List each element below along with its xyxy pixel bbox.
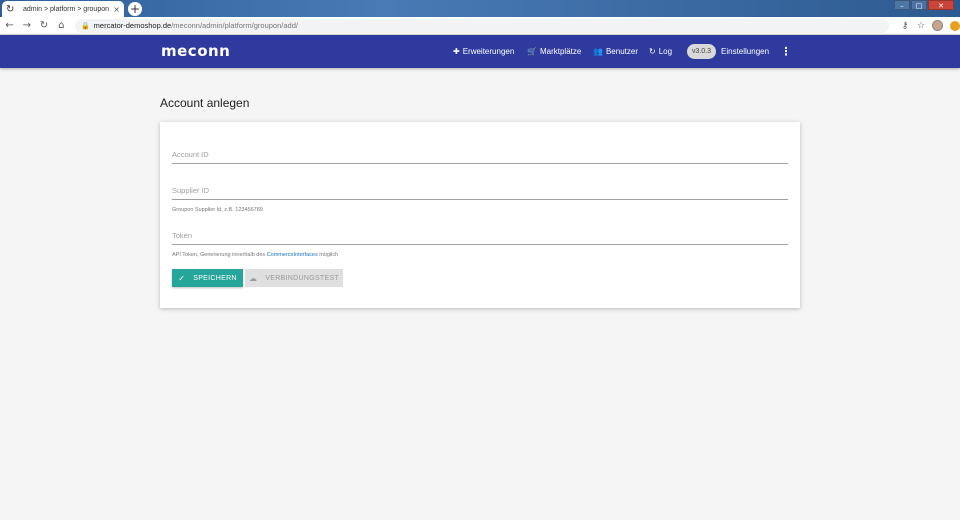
forward-icon[interactable]: → xyxy=(19,20,34,31)
new-tab-button[interactable]: + xyxy=(128,2,142,16)
supplier-id-label: Supplier ID xyxy=(172,186,210,195)
toolbar-right: ⚷ ☆ xyxy=(897,20,960,31)
nav-erweiterungen[interactable]: ✚ Erweiterungen xyxy=(453,35,514,68)
nav-benutzer[interactable]: 👥 Benutzer xyxy=(593,35,638,68)
version-badge: v3.0.3 xyxy=(687,44,716,59)
app-logo[interactable]: meconn xyxy=(161,42,230,60)
address-bar: ← → ↻ ⌂ 🔒 mercator-demoshop.de/meconn/ad… xyxy=(0,17,960,35)
close-window-button[interactable]: ✕ xyxy=(928,0,954,10)
extension-icon[interactable] xyxy=(950,20,960,31)
url-host: mercator-demoshop.de xyxy=(93,21,172,30)
tab-close-icon[interactable]: × xyxy=(113,5,120,14)
key-icon[interactable]: ⚷ xyxy=(897,21,913,31)
back-icon[interactable]: ← xyxy=(2,20,17,31)
nav-label: Erweiterungen xyxy=(462,47,515,56)
url-input[interactable]: 🔒 mercator-demoshop.de/meconn/admin/plat… xyxy=(74,18,890,33)
reload-icon[interactable]: ↻ xyxy=(36,20,51,31)
favicon-icon: ↻ xyxy=(6,3,15,15)
save-button[interactable]: ✓ SPEICHERN xyxy=(172,269,243,287)
nav-label: Marktplätze xyxy=(539,47,582,56)
connection-test-label: VERBINDUNGSTEST xyxy=(265,274,340,282)
more-menu-icon[interactable]: ⋮ xyxy=(781,35,792,68)
refresh-icon: ↻ xyxy=(649,47,656,56)
cloud-icon: ☁ xyxy=(248,273,258,283)
supplier-id-field[interactable]: Supplier ID xyxy=(172,186,788,200)
maximize-button[interactable]: □ xyxy=(911,0,927,10)
cart-icon: 🛒 xyxy=(527,47,537,56)
page-title: Account anlegen xyxy=(160,96,250,110)
account-id-label: Account ID xyxy=(172,150,209,159)
token-hint: API Token, Generierung innerhalb des Com… xyxy=(172,252,338,258)
puzzle-icon: ✚ xyxy=(453,47,460,56)
token-field[interactable]: Token xyxy=(172,231,788,245)
minimize-button[interactable]: – xyxy=(894,0,910,10)
browser-tab[interactable]: ↻ admin > platform > groupon × xyxy=(2,1,124,17)
tab-title: admin > platform > groupon xyxy=(23,5,109,13)
users-icon: 👥 xyxy=(593,47,603,56)
profile-avatar[interactable] xyxy=(932,20,944,31)
check-icon: ✓ xyxy=(178,273,186,283)
bookmark-star-icon[interactable]: ☆ xyxy=(913,21,929,31)
account-id-field[interactable]: Account ID xyxy=(172,150,788,164)
window-controls: – □ ✕ xyxy=(893,0,954,10)
save-button-label: SPEICHERN xyxy=(193,274,237,282)
nav-marktplaetze[interactable]: 🛒 Marktplätze xyxy=(527,35,581,68)
app-header: meconn ✚ Erweiterungen 🛒 Marktplätze 👥 B… xyxy=(0,35,960,68)
nav-label: Benutzer xyxy=(605,47,638,56)
lock-icon: 🔒 xyxy=(80,21,90,30)
supplier-id-hint: Groupon Supplier Id, z.B. 123456789 xyxy=(172,207,263,213)
commerceinterfaces-link[interactable]: CommerceInterfaces xyxy=(267,252,318,258)
nav-label: Log xyxy=(658,47,673,56)
nav-log[interactable]: ↻ Log xyxy=(649,35,672,68)
connection-test-button[interactable]: ☁ VERBINDUNGSTEST xyxy=(245,269,343,287)
token-hint-prefix: API Token, Generierung innerhalb des xyxy=(172,252,267,258)
url-path: /meconn/admin/platform/groupon/add/ xyxy=(171,21,298,30)
browser-tabstrip: ↻ admin > platform > groupon × + – □ ✕ xyxy=(0,0,960,17)
account-form-card: Account ID Supplier ID Groupon Supplier … xyxy=(160,122,800,308)
token-label: Token xyxy=(172,231,193,240)
nav-einstellungen[interactable]: Einstellungen xyxy=(721,35,769,68)
token-hint-suffix: möglich xyxy=(317,252,339,258)
home-icon[interactable]: ⌂ xyxy=(54,20,69,31)
